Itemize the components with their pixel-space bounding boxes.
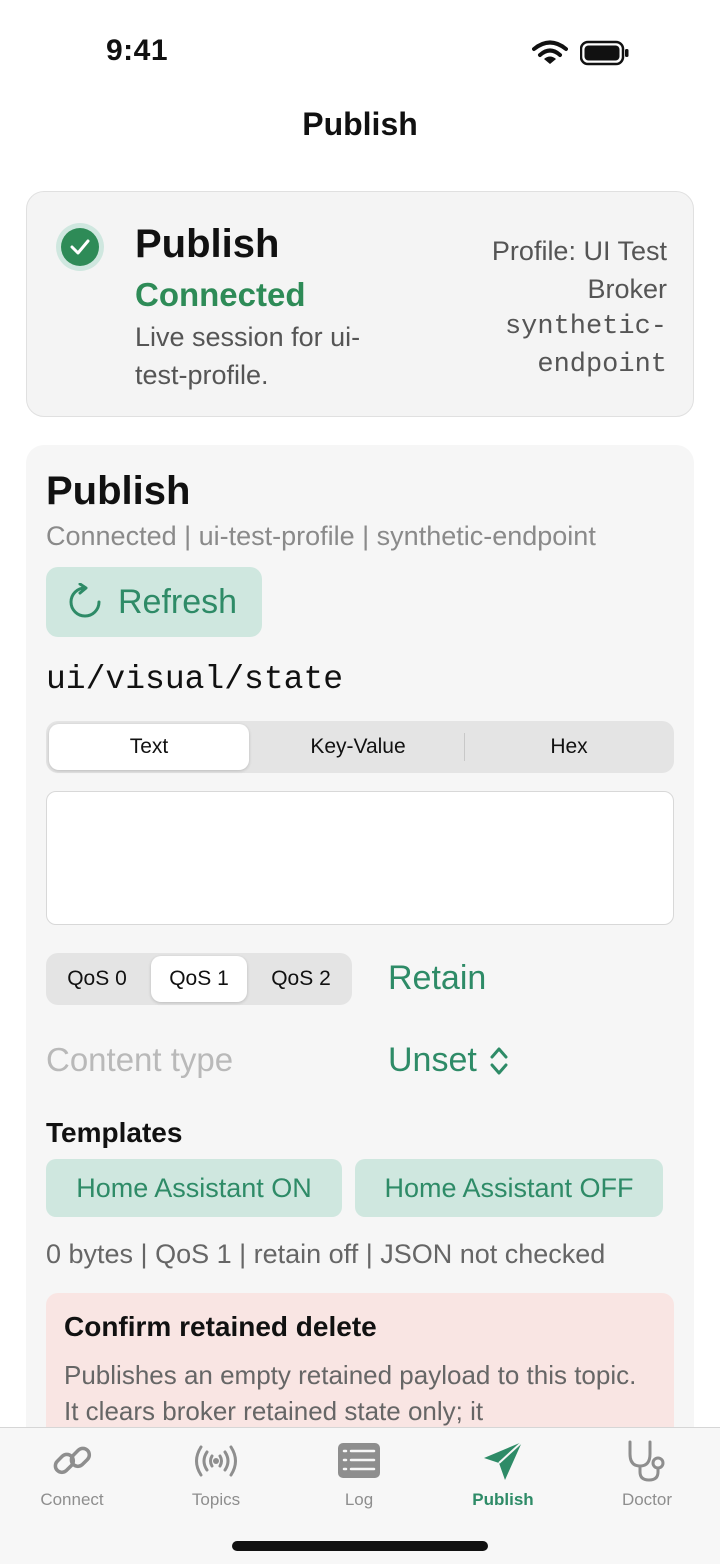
panel-title: Publish	[46, 469, 191, 513]
list-icon	[338, 1443, 380, 1478]
connection-profile: Profile: UI Test Broker	[491, 236, 667, 304]
warning-body: Publishes an empty retained payload to t…	[64, 1360, 637, 1426]
template-home-assistant-off[interactable]: Home Assistant OFF	[355, 1159, 663, 1217]
refresh-button[interactable]: Refresh	[46, 567, 262, 637]
tab-doctor[interactable]: Doctor	[587, 1438, 707, 1518]
stethoscope-icon	[628, 1440, 665, 1482]
broadcast-icon	[195, 1445, 237, 1477]
tab-label: Doctor	[621, 1490, 673, 1509]
chevron-up-down-icon	[490, 1047, 508, 1074]
nav-title: Publish	[302, 106, 418, 142]
connection-endpoint: synthetic-endpoint	[504, 312, 667, 380]
tab-key-value[interactable]: Key-Value	[255, 724, 461, 770]
tab-label: Topics	[191, 1490, 241, 1509]
link-icon	[53, 1446, 92, 1475]
segment-divider	[464, 733, 465, 761]
panel-subtitle: Connected | ui-test-profile | synthetic-…	[46, 521, 596, 551]
retain-button[interactable]: Retain	[388, 959, 486, 998]
templates-heading: Templates	[46, 1117, 183, 1148]
tab-topics[interactable]: Topics	[156, 1438, 276, 1518]
connection-description: Live session for ui-test-profile.	[135, 322, 361, 390]
qos-0-option[interactable]: QoS 0	[49, 956, 145, 1002]
tab-label: Log	[344, 1490, 374, 1509]
content-type-label: Content type	[46, 1041, 234, 1078]
publish-panel: Publish Connected | ui-test-profile | sy…	[26, 445, 694, 1553]
tab-label: Connect	[40, 1490, 104, 1509]
qos-2-option[interactable]: QoS 2	[253, 956, 349, 1002]
battery-icon	[580, 40, 629, 66]
tab-publish[interactable]: Publish	[443, 1438, 563, 1518]
publish-screen: 9:41 Publish Publish Connected Live sess…	[0, 0, 720, 1564]
connection-card: Publish Connected Live session for ui-te…	[26, 191, 694, 417]
wifi-icon	[532, 40, 568, 64]
connection-status: Connected	[135, 276, 306, 313]
payload-input[interactable]	[46, 791, 674, 925]
payload-summary: 0 bytes | QoS 1 | retain off | JSON not …	[46, 1239, 606, 1269]
template-home-assistant-on[interactable]: Home Assistant ON	[46, 1159, 342, 1217]
home-indicator	[232, 1541, 488, 1551]
content-type-value: Unset	[388, 1041, 477, 1079]
paperplane-icon	[484, 1441, 523, 1480]
warning-title: Confirm retained delete	[64, 1311, 377, 1342]
checkmark-circle-icon	[56, 223, 104, 271]
tab-text[interactable]: Text	[49, 724, 249, 770]
status-time: 9:41	[106, 34, 169, 67]
qos-control: QoS 0 QoS 1 QoS 2	[46, 953, 352, 1005]
connection-title: Publish	[135, 222, 280, 266]
tab-hex[interactable]: Hex	[467, 724, 671, 770]
tab-label: Publish	[472, 1490, 534, 1509]
tab-log[interactable]: Log	[299, 1438, 419, 1518]
topic-text: ui/visual/state	[46, 661, 344, 698]
payload-format-control: Text Key-Value Hex	[46, 721, 674, 773]
refresh-label: Refresh	[118, 582, 238, 621]
tab-connect[interactable]: Connect	[12, 1438, 132, 1518]
qos-1-option[interactable]: QoS 1	[151, 956, 247, 1002]
refresh-icon	[69, 583, 101, 618]
content-type-picker[interactable]: Unset	[388, 1041, 511, 1080]
